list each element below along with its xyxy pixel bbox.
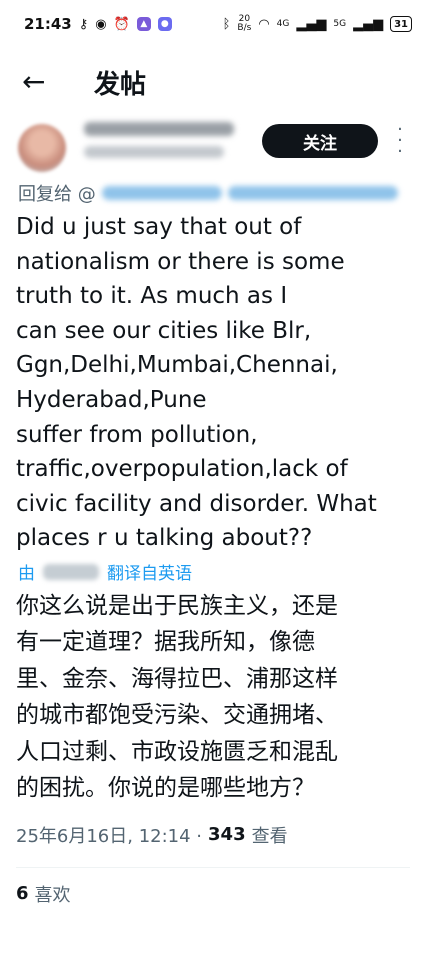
reply-handle-redacted-2[interactable]	[227, 186, 398, 200]
data-rate-unit: B/s	[237, 23, 252, 33]
page-title: 发帖	[94, 69, 147, 100]
views-label: 查看	[251, 825, 288, 847]
alarm-icon: ⏰	[113, 16, 130, 32]
key-icon: ⚷	[78, 16, 89, 32]
author-row: 关注 · · ·	[0, 116, 426, 178]
tweet-text: Did u just say that out of nationalism o…	[16, 214, 377, 552]
back-arrow-icon[interactable]: ←	[22, 68, 72, 96]
likes-count: 6	[16, 883, 29, 905]
translated-from-label[interactable]: 翻译自英语	[107, 559, 192, 584]
signal-icon: ▂▄▆	[296, 16, 327, 32]
battery-icon: 31	[390, 16, 412, 32]
network-5g: 5G	[333, 18, 347, 29]
tweet-datetime: 25年6月16日, 12:14 ·	[16, 825, 203, 847]
views-count: 343	[208, 824, 246, 846]
app-badge-icon: ●	[157, 17, 172, 31]
data-rate: 20 B/s	[237, 15, 251, 33]
likes-label: 喜欢	[34, 884, 71, 906]
battery-level: 31	[394, 18, 408, 30]
network-4g: 4G	[276, 18, 290, 29]
tweet-meta: 25年6月16日, 12:14 · 343 查看	[0, 807, 426, 855]
status-bar: 21:43 ⚷ ◉ ⏰ ▲ ● ᛒ 20 B/s ◠ 4G ▂▄▆ 5G ▂▄▆…	[0, 0, 426, 48]
wifi-icon: ◠	[258, 16, 270, 32]
author-name-redacted[interactable]	[84, 122, 234, 136]
eye-icon: ◉	[95, 16, 107, 32]
follow-button[interactable]: 关注	[262, 124, 378, 158]
author-handle-redacted[interactable]	[84, 146, 224, 158]
clock: 21:43	[24, 15, 72, 33]
signal-icon-2: ▂▄▆	[353, 16, 384, 32]
likes-row[interactable]: 6 喜欢	[0, 868, 426, 920]
page-header: ← 发帖	[0, 48, 426, 116]
avatar[interactable]	[18, 124, 66, 172]
more-options-icon[interactable]: · · ·	[395, 121, 405, 161]
translation-attribution[interactable]: 由 翻译自英语	[0, 556, 426, 588]
bluetooth-icon: ᛒ	[222, 16, 231, 32]
reply-handle-redacted-1[interactable]	[101, 186, 222, 200]
translated-by-prefix: 由	[18, 564, 35, 585]
app-icon: ▲	[136, 17, 151, 31]
status-left: 21:43 ⚷ ◉ ⏰ ▲ ●	[24, 15, 172, 33]
status-right: ᛒ 20 B/s ◠ 4G ▂▄▆ 5G ▂▄▆ 31	[223, 15, 412, 33]
translated-text: 你这么说是出于民族主义，还是 有一定道理？据我所知，像德 里、金奈、海得拉巴、浦…	[16, 592, 338, 802]
reply-to-prefix: 回复给 @	[18, 184, 96, 205]
translator-redacted	[43, 563, 99, 580]
reply-to-line: 回复给 @	[0, 178, 426, 208]
